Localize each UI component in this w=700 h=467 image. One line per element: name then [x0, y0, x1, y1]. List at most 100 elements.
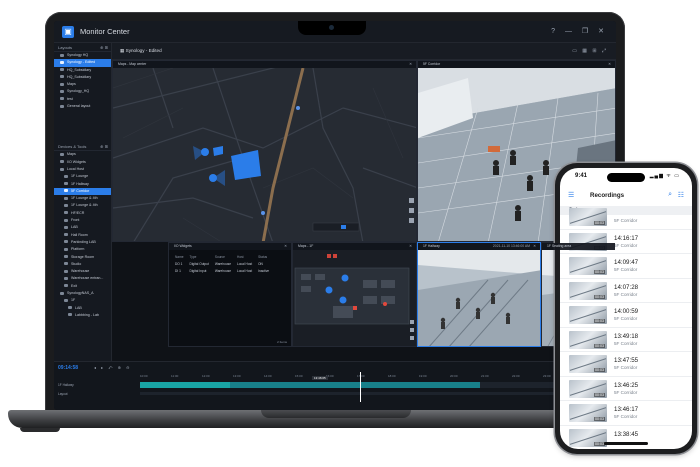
sidebar-item[interactable]: Hall Room — [54, 232, 111, 239]
sidebar-item[interactable]: Parkinding LAB — [54, 239, 111, 246]
timeline-track[interactable] — [140, 392, 610, 395]
sidebar-item[interactable]: 1F Hallway — [54, 181, 111, 188]
recording-location: 5F Corridor — [614, 218, 638, 223]
tile-close-icon[interactable]: ✕ — [284, 243, 287, 250]
list-item[interactable]: 00:03 13:46:25 5F Corridor — [560, 377, 692, 401]
toolbar-view-icons[interactable]: ▭ ▦ ⊞ ⤢ — [572, 48, 608, 54]
tile-close-icon[interactable]: ✕ — [533, 243, 536, 250]
sidebar-item-label: 1F Lounge — [71, 174, 89, 179]
list-item[interactable]: 00:0314:16:175F Corridor — [560, 230, 692, 254]
sidebar-item[interactable]: 5F Corridor — [54, 187, 111, 196]
tile-map-title: Maps - Map center — [118, 62, 147, 66]
devices-tools[interactable]: ⊕ ⊞ — [100, 144, 108, 149]
menu-icon[interactable]: ☰ — [568, 192, 574, 199]
recording-duration: 00:03 — [594, 221, 605, 225]
sidebar-item[interactable]: HQ_Subsidiary — [54, 67, 111, 74]
io-cell: Digital Input — [189, 268, 207, 273]
timeline-controls[interactable]: ◂ ▸ ⤺ ⊕ ⊖ — [94, 365, 131, 370]
tile-close-icon[interactable]: ✕ — [409, 243, 412, 250]
sidebar-item[interactable]: LAB — [54, 305, 111, 312]
devices-header[interactable]: Devices & Tools ⊕ ⊞ — [54, 142, 111, 152]
sidebar-item[interactable]: Platform — [54, 246, 111, 253]
sidebar-item[interactable]: 1F Lounge — [54, 173, 111, 180]
timeline-tick-label: 23:00 — [543, 374, 551, 378]
sidebar-item[interactable]: Exit — [54, 283, 111, 290]
recording-time: 14:07:28 — [614, 283, 639, 291]
list-item[interactable]: 00:03 14:09:47 5F Corridor — [560, 254, 692, 279]
sidebar-item[interactable]: SynologyNAS_A — [54, 290, 111, 297]
laptop-screen: ▣ Monitor Center ? — ❐ ✕ Layouts ⊕ ⊞ Syn… — [54, 21, 616, 410]
sidebar-item-label: Synology HQ — [67, 53, 89, 57]
recording-thumbnail: 00:03 — [569, 208, 607, 226]
tile-hallway-camera[interactable]: 1F Hallway 2021-11-10 13:46:00 AM ✕ — [417, 242, 541, 347]
list-item[interactable]: 00:03 13:38:45 — [560, 426, 692, 450]
sidebar-item[interactable]: test — [54, 96, 111, 103]
sidebar-item[interactable]: Synology HQ — [54, 52, 111, 59]
sidebar-item[interactable]: 1F Lounge & 4th — [54, 202, 111, 209]
sidebar-item[interactable]: Synology - Edited — [54, 59, 111, 67]
sidebar-item[interactable]: I/O Widgets — [54, 159, 111, 166]
sidebar-item[interactable]: Local Host — [54, 166, 111, 173]
timeline-track[interactable] — [140, 382, 610, 388]
sidebar-item-icon — [64, 269, 68, 273]
list-item[interactable]: 00:03 5F Corridor — [560, 205, 692, 230]
recording-segment[interactable] — [140, 382, 230, 388]
list-item[interactable]: 00:03 14:07:28 5F Corridor — [560, 279, 692, 303]
window-controls[interactable]: ? — ❐ ✕ — [551, 27, 608, 35]
map-zoom-controls[interactable] — [312, 222, 360, 232]
io-cell: Warehouse — [214, 262, 232, 267]
list-item[interactable]: 00:03 13:49:18 5F Corridor — [560, 328, 692, 352]
layouts-tools[interactable]: ⊕ ⊞ — [100, 45, 108, 50]
timeline-playhead[interactable] — [360, 372, 361, 402]
sidebar-item[interactable]: LAB — [54, 224, 111, 231]
tile-io-widgets[interactable]: I/O Widgets ✕ Name Type Source Host Statu… — [168, 242, 292, 347]
list-item[interactable]: 00:03 13:46:17 5F Corridor — [560, 401, 692, 426]
sidebar-item[interactable]: Storage Room — [54, 254, 111, 261]
list-item[interactable]: 00:03 13:47:55 5F Corridor — [560, 352, 692, 377]
sidebar-item[interactable]: Maps — [54, 81, 111, 88]
sidebar-item[interactable]: Studio — [54, 261, 111, 268]
sidebar-item-label: Synology - Edited — [67, 60, 96, 65]
sidebar-item-label: Parkinding LAB — [71, 239, 96, 244]
table-row[interactable]: DI 1 Digital Input Warehouse Local Host … — [172, 268, 272, 275]
tile-close-icon[interactable]: ✕ — [608, 61, 611, 68]
tile-close-icon[interactable]: ✕ — [409, 61, 412, 68]
io-status-toggle[interactable]: ON — [255, 261, 272, 268]
recording-thumbnail: 00:03 — [569, 257, 607, 275]
street-map[interactable] — [113, 68, 417, 242]
floor-plan[interactable] — [293, 250, 417, 347]
recording-location: 5F Corridor — [614, 316, 638, 321]
search-icon[interactable]: ⌕ — [668, 191, 672, 199]
layouts-header[interactable]: Layouts ⊕ ⊞ — [54, 43, 111, 52]
tile-hallway-header: 1F Hallway 2021-11-10 13:46:00 AM ✕ — [418, 243, 540, 250]
sidebar-item[interactable]: General layout — [54, 103, 111, 110]
recording-segment[interactable] — [230, 382, 480, 388]
list-item[interactable]: 00:03 14:00:59 5F Corridor — [560, 303, 692, 328]
sidebar-item-icon — [64, 225, 68, 229]
sidebar-item[interactable]: HQ_Subsidiary — [54, 74, 111, 81]
current-layout-name[interactable]: ▦ Synology - Edited — [120, 48, 162, 54]
sidebar-item[interactable]: Front — [54, 217, 111, 224]
io-cell: Local Host — [237, 268, 253, 273]
sidebar-item[interactable]: Maps — [54, 151, 111, 158]
tile-floor-map[interactable]: Maps - 1F ✕ — [292, 242, 417, 347]
sidebar-item[interactable]: Warehouse — [54, 268, 111, 275]
table-row[interactable]: DO 1 Digital Output Warehouse Local Host… — [172, 261, 272, 268]
sidebar-item-label: Warehouse — [71, 269, 90, 274]
sidebar-item[interactable]: Labbbing - Lab — [54, 312, 111, 319]
sidebar-item-label: 5F Corridor — [71, 188, 90, 193]
sidebar-item[interactable]: 1F Lounge & 4th — [54, 195, 111, 202]
sidebar-item[interactable]: HF/ECR — [54, 210, 111, 217]
recording-location: 5F Corridor — [614, 389, 638, 395]
sidebar-item[interactable]: Warehouse entran... — [54, 275, 111, 282]
recording-location: 5F Corridor — [614, 242, 638, 248]
recording-time: 13:47:55 — [614, 357, 639, 364]
home-indicator[interactable] — [604, 442, 648, 445]
sidebar-item-label: Front — [71, 218, 80, 223]
sidebar-item-label: Warehouse entran... — [71, 276, 104, 281]
filter-icon[interactable]: ☷ — [678, 191, 684, 199]
sidebar-item[interactable]: 1F — [54, 297, 111, 304]
sidebar-item-label: General layout — [67, 104, 91, 109]
tile-map[interactable]: Maps - Map center ✕ — [112, 60, 417, 242]
sidebar-item[interactable]: Synology_HQ — [54, 88, 111, 95]
